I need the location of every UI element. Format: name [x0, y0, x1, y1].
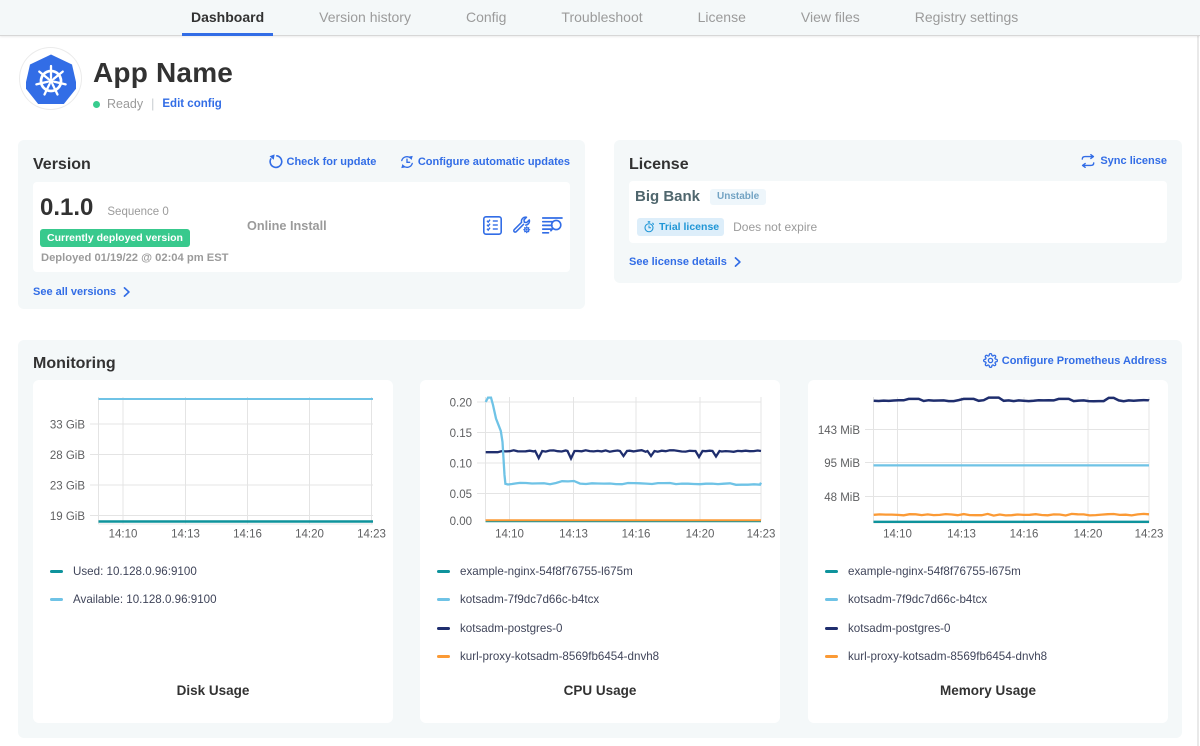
svg-text:14:23: 14:23	[357, 529, 386, 541]
svg-text:143 MiB: 143 MiB	[818, 425, 861, 437]
svg-text:0.20: 0.20	[450, 398, 472, 410]
svg-text:19 GiB: 19 GiB	[50, 511, 85, 523]
svg-text:28 GiB: 28 GiB	[50, 450, 85, 462]
svg-text:0.05: 0.05	[450, 489, 472, 501]
svg-text:14:10: 14:10	[495, 529, 524, 541]
svg-text:14:20: 14:20	[295, 529, 324, 541]
svg-text:14:16: 14:16	[1010, 529, 1039, 541]
svg-text:48 MiB: 48 MiB	[824, 492, 860, 504]
svg-text:14:13: 14:13	[947, 529, 976, 541]
svg-text:14:10: 14:10	[883, 529, 912, 541]
svg-text:0.00: 0.00	[450, 516, 472, 528]
svg-text:14:20: 14:20	[686, 529, 715, 541]
svg-text:0.10: 0.10	[450, 459, 472, 471]
svg-text:14:16: 14:16	[622, 529, 651, 541]
svg-text:14:13: 14:13	[559, 529, 588, 541]
svg-text:23 GiB: 23 GiB	[50, 481, 85, 493]
svg-text:14:13: 14:13	[171, 529, 200, 541]
svg-text:14:16: 14:16	[233, 529, 262, 541]
svg-text:0.15: 0.15	[450, 428, 472, 440]
svg-text:14:23: 14:23	[1135, 529, 1164, 541]
svg-text:14:10: 14:10	[109, 529, 138, 541]
svg-text:95 MiB: 95 MiB	[824, 458, 860, 470]
svg-text:33 GiB: 33 GiB	[50, 420, 85, 432]
svg-text:14:23: 14:23	[747, 529, 776, 541]
svg-text:14:20: 14:20	[1074, 529, 1103, 541]
